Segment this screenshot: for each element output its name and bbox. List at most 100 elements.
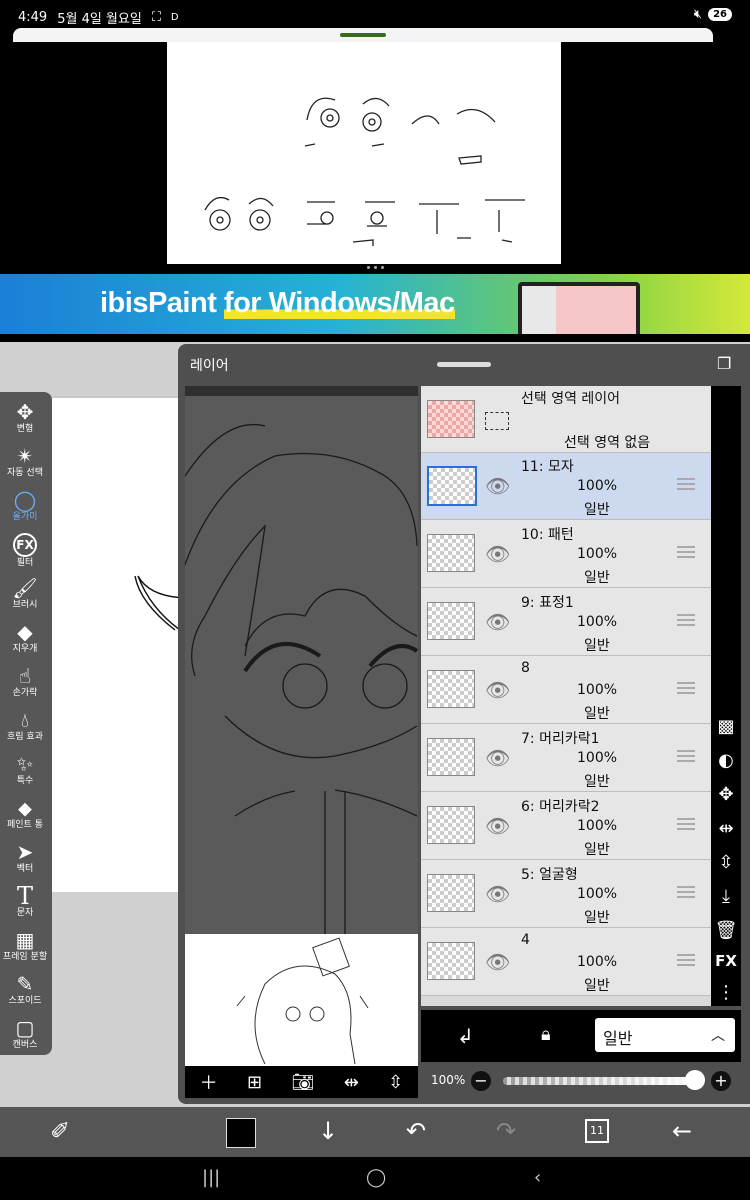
back-icon[interactable]: ‹ <box>534 1167 541 1188</box>
brush-settings-icon[interactable]: ✐ <box>50 1117 70 1145</box>
layer-row[interactable]: 👁︎ 6: 머리카락2 100% 일반 <box>421 792 711 860</box>
duplicate-layer-icon[interactable]: ⊞ <box>247 1072 262 1093</box>
layer-row[interactable]: 👁︎ 5: 얼굴형 100% 일반 <box>421 860 711 928</box>
eye-icon[interactable]: 👁︎ <box>485 542 510 566</box>
tool-filter[interactable]: FX 필터 <box>0 532 50 569</box>
selection-marquee-icon <box>485 412 509 430</box>
layer-thumbnail <box>427 738 475 776</box>
tool-canvas[interactable]: ▢ 캔버스 <box>0 1016 50 1051</box>
tool-magic-wand[interactable]: ✴ 자동 선택 <box>0 444 50 479</box>
camera-icon[interactable]: 📷︎ <box>291 1072 314 1093</box>
undo-icon[interactable]: ↶ <box>406 1117 426 1145</box>
layer-row[interactable]: 👁︎ 10: 패턴 100% 일반 <box>421 520 711 588</box>
tool-lasso[interactable]: ◯ 올가미 <box>0 488 50 523</box>
tool-text[interactable]: T 문자 <box>0 884 50 919</box>
clipping-icon[interactable]: ↲ <box>457 1024 474 1048</box>
layer-blend-mode: 일반 <box>584 570 610 586</box>
layer-row[interactable]: 👁︎ 7: 머리카락1 100% 일반 <box>421 724 711 792</box>
opacity-slider[interactable] <box>503 1077 699 1085</box>
drag-handle-icon[interactable] <box>677 954 695 968</box>
tool-frame-divider[interactable]: ▦ 프레임 분할 <box>0 928 50 963</box>
drag-handle-icon[interactable] <box>677 750 695 764</box>
drag-handle-icon[interactable] <box>677 478 695 492</box>
fx-icon[interactable]: FX <box>711 952 741 970</box>
tool-paint-bucket[interactable]: ⬥ 페인트 통 <box>0 796 50 831</box>
layer-blend-mode: 일반 <box>584 638 610 654</box>
tool-eraser[interactable]: ◆ 지우개 <box>0 620 50 655</box>
layer-row[interactable]: 👁︎ 11: 모자 100% 일반 <box>421 452 711 520</box>
move-icon: ✥ <box>16 400 34 424</box>
arrow-down-icon[interactable]: ↓ <box>318 1117 338 1145</box>
vector-icon: ➤ <box>16 840 34 864</box>
drag-handle-icon[interactable] <box>677 614 695 628</box>
drag-handle-icon[interactable] <box>677 546 695 560</box>
status-indicator: D <box>170 12 179 23</box>
eye-icon[interactable]: 👁︎ <box>485 950 510 974</box>
recents-icon[interactable]: ||| <box>202 1167 220 1188</box>
flip-vertical-icon[interactable]: ⇳ <box>388 1072 403 1093</box>
reference-window[interactable] <box>13 28 713 264</box>
window-handle[interactable] <box>340 33 386 37</box>
blend-mode-select[interactable]: 일반 ︿ <box>595 1018 735 1052</box>
layer-name: 9: 표정1 <box>521 595 574 611</box>
mute-icon: 🔇︎ <box>693 7 703 22</box>
panel-grab-handle[interactable] <box>437 362 491 367</box>
eyedropper-icon: ✎ <box>16 972 34 996</box>
monitor-image <box>518 282 640 334</box>
checker-icon[interactable]: ▩ <box>711 716 741 737</box>
lasso-icon: ◯ <box>13 488 37 512</box>
layer-row[interactable]: 👁︎ 8 100% 일반 <box>421 656 711 724</box>
redo-icon[interactable]: ↷ <box>496 1117 516 1145</box>
selection-layer-status: 선택 영역 없음 <box>564 435 651 451</box>
tool-finger[interactable]: ☝ 손가락 <box>0 664 50 699</box>
canvas-thumbnail[interactable] <box>185 934 418 1066</box>
layer-name: 11: 모자 <box>521 459 574 475</box>
layer-row[interactable]: 👁︎ 4 100% 일반 <box>421 928 711 996</box>
eye-icon[interactable]: 👁︎ <box>485 746 510 770</box>
system-nav-bar: ||| ◯ ‹ <box>0 1157 750 1200</box>
layer-opacity: 100% <box>577 954 618 970</box>
flip-vertical-icon[interactable]: ⇳ <box>711 852 741 873</box>
selection-layer-row[interactable]: 선택 영역 레이어 선택 영역 없음 <box>421 386 711 453</box>
tool-special[interactable]: ✨︎ 특수 <box>0 752 50 787</box>
home-icon[interactable]: ◯ <box>366 1167 386 1188</box>
eye-icon[interactable]: 👁︎ <box>485 814 510 838</box>
eye-icon[interactable]: 👁︎ <box>485 882 510 906</box>
plus-icon[interactable]: + <box>711 1071 731 1091</box>
merge-down-icon[interactable]: ⤓ <box>711 886 741 907</box>
layer-blend-mode: 일반 <box>584 978 610 994</box>
eye-icon[interactable]: 👁︎ <box>485 474 510 498</box>
tool-transform[interactable]: ✥ 변형 <box>0 400 50 435</box>
layer-blend-mode: 일반 <box>584 910 610 926</box>
flip-horizontal-icon[interactable]: ⇹ <box>344 1072 359 1093</box>
ad-banner[interactable]: ibisPaint for Windows/Mac <box>0 274 750 334</box>
back-arrow-icon[interactable]: ← <box>672 1117 692 1145</box>
primary-color-swatch[interactable] <box>226 1118 256 1148</box>
alpha-lock-icon[interactable]: 🔒︎ <box>541 1024 551 1045</box>
reference-sketch <box>167 42 561 264</box>
add-layer-icon[interactable]: ＋ <box>200 1069 218 1095</box>
minus-icon[interactable]: − <box>471 1071 491 1091</box>
more-options-icon[interactable]: ⋮ <box>711 982 741 1003</box>
tool-brush[interactable]: 🖌︎ 브러시 <box>0 576 50 611</box>
eye-icon[interactable]: 👁︎ <box>485 610 510 634</box>
flip-horizontal-icon[interactable]: ⇹ <box>711 818 741 839</box>
tool-vector[interactable]: ➤ 벡터 <box>0 840 50 875</box>
move-layer-icon[interactable]: ✥ <box>711 784 741 805</box>
layer-row[interactable]: 👁︎ 9: 표정1 100% 일반 <box>421 588 711 656</box>
tool-blur[interactable]: 💧︎ 흐림 효과 <box>0 708 50 743</box>
layers-button[interactable]: 11 <box>585 1119 609 1143</box>
trash-icon[interactable]: 🗑︎ <box>711 920 741 941</box>
layer-name: 4 <box>521 932 530 948</box>
contrast-icon[interactable]: ◐ <box>711 750 741 771</box>
drag-handle-icon[interactable] <box>677 818 695 832</box>
eye-icon[interactable]: 👁︎ <box>485 678 510 702</box>
maximize-icon[interactable]: ❐ <box>717 356 735 372</box>
tool-palette: ✥ 변형 ✴ 자동 선택 ◯ 올가미 FX 필터 🖌︎ 브러시 ◆ 지우개 ☝ … <box>0 392 52 1055</box>
tool-eyedropper[interactable]: ✎ 스포이드 <box>0 972 50 1007</box>
drag-handle-icon[interactable] <box>677 886 695 900</box>
opacity-slider-knob[interactable] <box>685 1070 705 1090</box>
drawing-canvas[interactable] <box>40 398 191 892</box>
drag-handle-icon[interactable] <box>677 682 695 696</box>
split-divider-handle[interactable] <box>360 266 390 272</box>
